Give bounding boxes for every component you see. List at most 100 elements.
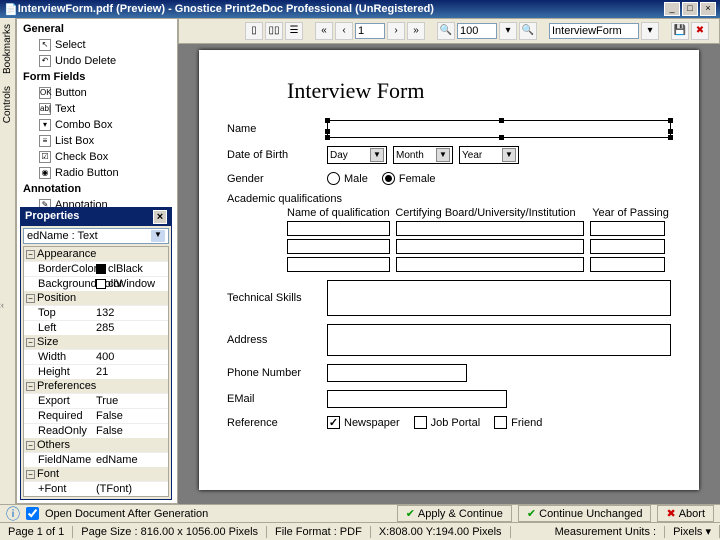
properties-object-selector[interactable]: edName : Text ▼: [23, 228, 169, 244]
checkbox-friend[interactable]: [494, 416, 507, 429]
save-icon[interactable]: 💾: [671, 22, 689, 40]
next-page-button[interactable]: ›: [387, 22, 405, 40]
tree-item-checkbox[interactable]: ☑Check Box: [19, 149, 175, 165]
color-swatch-white: [96, 279, 106, 289]
checkbox-jobportal[interactable]: [414, 416, 427, 429]
prop-export[interactable]: ExportTrue: [24, 393, 168, 408]
page-single-icon[interactable]: ▯: [245, 22, 263, 40]
prop-readonly[interactable]: ReadOnlyFalse: [24, 423, 168, 438]
prop-left[interactable]: Left285: [24, 320, 168, 335]
combo-icon: ▾: [39, 119, 51, 131]
prop-top[interactable]: Top132: [24, 305, 168, 320]
col-qboard: Certifying Board/University/Institution: [395, 207, 592, 219]
cat-others[interactable]: −Others: [24, 438, 168, 452]
qual-board-3[interactable]: [396, 257, 584, 272]
radio-female[interactable]: [382, 172, 395, 185]
tree-item-listbox[interactable]: ≡List Box: [19, 133, 175, 149]
zoom-in-button[interactable]: 🔍: [519, 22, 537, 40]
tree-item-button[interactable]: OKButton: [19, 85, 175, 101]
tree-item-combo[interactable]: ▾Combo Box: [19, 117, 175, 133]
zoom-out-button[interactable]: 🔍: [437, 22, 455, 40]
properties-close-button[interactable]: ×: [153, 210, 167, 224]
tab-controls[interactable]: Controls: [0, 80, 15, 129]
app-icon: 📄: [4, 3, 18, 16]
qual-name-1[interactable]: [287, 221, 390, 236]
docname-input[interactable]: [549, 23, 639, 39]
prop-bgcolor[interactable]: BackgroundColorclWindow: [24, 276, 168, 291]
qual-board-1[interactable]: [396, 221, 584, 236]
cat-size[interactable]: −Size: [24, 335, 168, 349]
tree-formfields[interactable]: Form Fields: [19, 69, 175, 85]
prev-page-button[interactable]: ‹: [335, 22, 353, 40]
docname-dropdown-button[interactable]: ▾: [641, 22, 659, 40]
checkbox-newspaper[interactable]: [327, 416, 340, 429]
qual-year-3[interactable]: [590, 257, 665, 272]
first-page-button[interactable]: «: [315, 22, 333, 40]
check-icon: ✔: [406, 507, 415, 520]
last-page-button[interactable]: »: [407, 22, 425, 40]
tab-bookmarks[interactable]: Bookmarks: [0, 18, 15, 80]
radio-male[interactable]: [327, 172, 340, 185]
radio-icon: ◉: [39, 167, 51, 179]
qualifications-table: Name of qualification Certifying Board/U…: [287, 207, 671, 272]
prop-bordercolor[interactable]: BorderColorclBlack: [24, 261, 168, 276]
qual-year-1[interactable]: [590, 221, 665, 236]
label-name: Name: [227, 123, 327, 135]
close-button[interactable]: ×: [700, 2, 716, 16]
chevron-down-icon: ▼: [502, 148, 516, 162]
checkbox-icon: ☑: [39, 151, 51, 163]
qual-name-3[interactable]: [287, 257, 390, 272]
tree-item-text[interactable]: ab|Text: [19, 101, 175, 117]
document-viewport[interactable]: Interview Form Name Date of Birth Day▼ M…: [178, 44, 720, 504]
prop-fieldname[interactable]: FieldNameedName: [24, 452, 168, 467]
label-phone: Phone Number: [227, 367, 327, 379]
cat-position[interactable]: −Position: [24, 291, 168, 305]
qual-name-2[interactable]: [287, 239, 390, 254]
maximize-button[interactable]: □: [682, 2, 698, 16]
field-dob-year[interactable]: Year▼: [459, 146, 519, 164]
qual-board-2[interactable]: [396, 239, 584, 254]
prop-required[interactable]: RequiredFalse: [24, 408, 168, 423]
continue-unchanged-button[interactable]: ✔Continue Unchanged: [518, 505, 652, 522]
chevron-down-icon: ▼: [370, 148, 384, 162]
collapse-handle[interactable]: ‹‹: [0, 300, 4, 310]
field-addr[interactable]: [327, 324, 671, 356]
field-dob-month[interactable]: Month▼: [393, 146, 453, 164]
page-facing-icon[interactable]: ▯▯: [265, 22, 283, 40]
prop-height[interactable]: Height21: [24, 364, 168, 379]
apply-continue-button[interactable]: ✔Apply & Continue: [397, 505, 512, 522]
abort-button[interactable]: ✖Abort: [657, 505, 714, 522]
minimize-button[interactable]: _: [664, 2, 680, 16]
dropdown-icon: ▼: [151, 230, 165, 242]
cancel-icon[interactable]: ✖: [691, 22, 709, 40]
cat-prefs[interactable]: −Preferences: [24, 379, 168, 393]
checkbox-open-after[interactable]: [26, 507, 39, 520]
field-dob-day[interactable]: Day▼: [327, 146, 387, 164]
label-academic: Academic qualifications: [227, 193, 671, 205]
info-icon[interactable]: ⓘ: [6, 504, 20, 524]
qual-year-2[interactable]: [590, 239, 665, 254]
prop-width[interactable]: Width400: [24, 349, 168, 364]
label-ref: Reference: [227, 417, 327, 429]
status-coords: X:808.00 Y:194.00 Pixels: [371, 526, 511, 538]
page-continuous-icon[interactable]: ☰: [285, 22, 303, 40]
tree-annotation[interactable]: Annotation: [19, 181, 175, 197]
cat-font[interactable]: −Font: [24, 467, 168, 481]
properties-titlebar[interactable]: Properties ×: [21, 208, 171, 226]
listbox-icon: ≡: [39, 135, 51, 147]
field-phone[interactable]: [327, 364, 467, 382]
status-units-value[interactable]: Pixels ▾: [665, 525, 720, 538]
zoom-input[interactable]: [457, 23, 497, 39]
field-email[interactable]: [327, 390, 507, 408]
field-tech[interactable]: [327, 280, 671, 316]
tree-item-radio[interactable]: ◉Radio Button: [19, 165, 175, 181]
field-name[interactable]: [327, 120, 671, 138]
status-format: File Format : PDF: [267, 526, 371, 538]
tree-item-select[interactable]: ↖Select: [19, 37, 175, 53]
zoom-dropdown-button[interactable]: ▾: [499, 22, 517, 40]
tree-item-undo[interactable]: ↶Undo Delete: [19, 53, 175, 69]
cat-appearance[interactable]: −Appearance: [24, 247, 168, 261]
prop-font[interactable]: +Font(TFont): [24, 481, 168, 496]
tree-general[interactable]: General: [19, 21, 175, 37]
page-number-input[interactable]: [355, 23, 385, 39]
